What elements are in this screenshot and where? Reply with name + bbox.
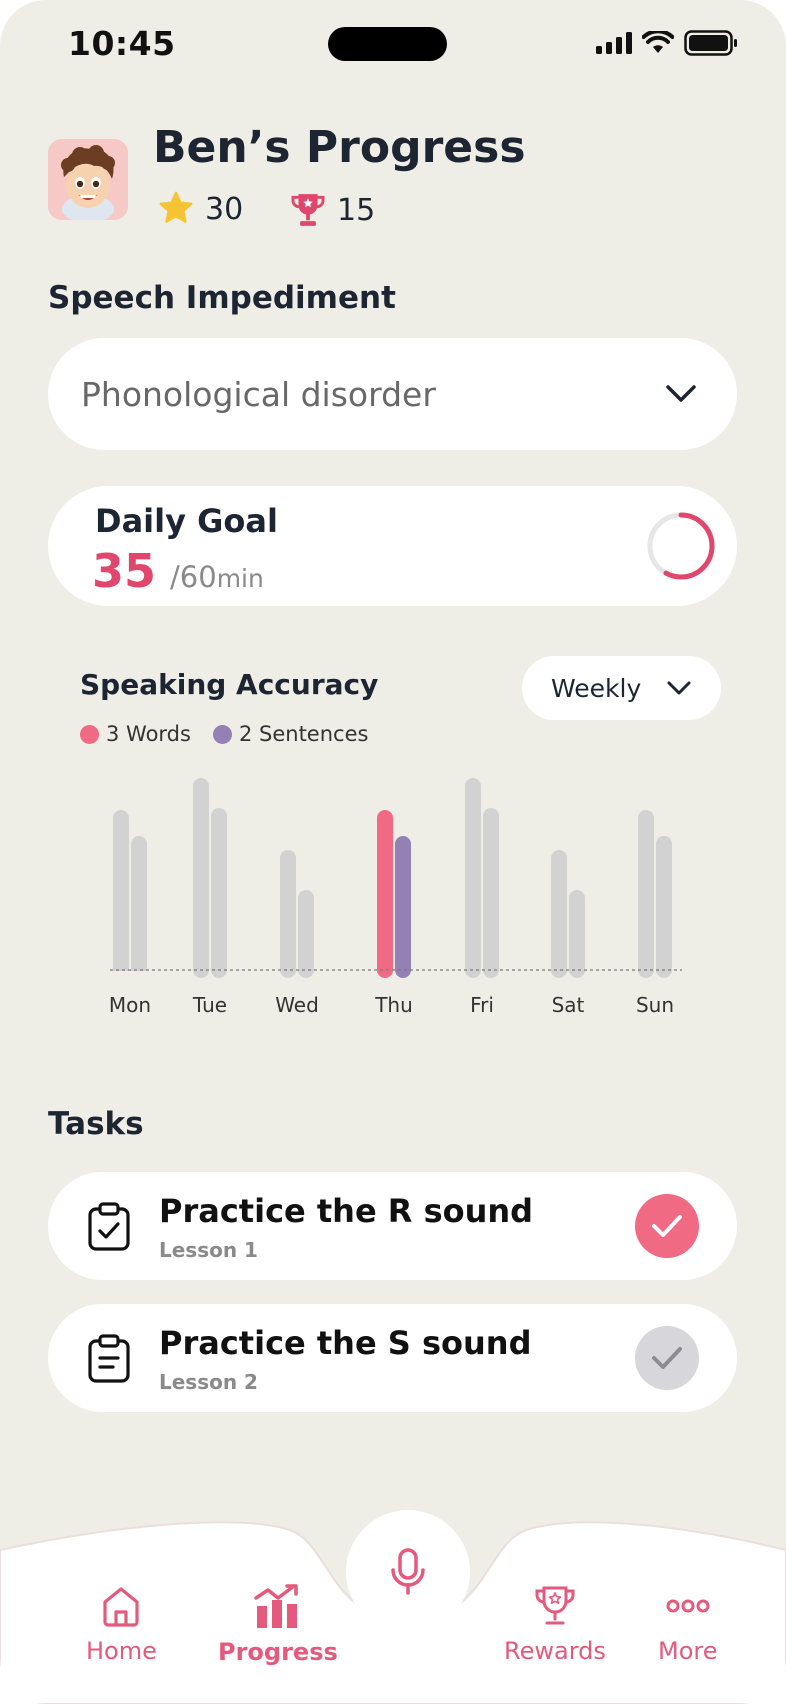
more-dots-icon xyxy=(666,1599,710,1613)
dynamic-island xyxy=(328,27,447,61)
period-value: Weekly xyxy=(551,673,642,703)
microphone-icon xyxy=(391,1548,425,1595)
nav-more-label: More xyxy=(658,1637,718,1665)
tasks-label: Tasks xyxy=(48,1106,144,1142)
nav-more[interactable]: More xyxy=(658,1585,718,1665)
avatar[interactable] xyxy=(48,139,128,220)
x-tick-label: Tue xyxy=(192,993,227,1017)
impediment-label: Speech Impediment xyxy=(48,280,396,316)
x-tick-label: Wed xyxy=(275,993,319,1017)
chart-legend: 3 Words 2 Sentences xyxy=(80,722,368,746)
task-complete-toggle[interactable] xyxy=(635,1194,699,1258)
nav-rewards-label: Rewards xyxy=(504,1637,606,1665)
nav-progress[interactable]: Progress xyxy=(218,1584,338,1666)
task-item[interactable]: Practice the S sound Lesson 2 xyxy=(48,1304,737,1412)
legend-dot-words xyxy=(80,724,99,744)
task-item[interactable]: Practice the R sound Lesson 1 xyxy=(48,1172,737,1280)
impediment-value: Phonological disorder xyxy=(81,374,436,414)
stars-count: 30 xyxy=(205,191,244,227)
daily-goal-value: 35 /60 min xyxy=(92,544,264,598)
clipboard-check-icon xyxy=(88,1202,130,1251)
task-subtitle: Lesson 2 xyxy=(159,1370,258,1394)
nav-home[interactable]: Home xyxy=(86,1585,157,1665)
bar-fri-words[interactable] xyxy=(465,778,481,978)
battery-icon xyxy=(684,30,737,56)
status-time: 10:45 xyxy=(68,24,176,63)
task-title: Practice the S sound xyxy=(159,1324,532,1362)
clipboard-list-icon xyxy=(88,1334,130,1383)
x-tick-label: Sun xyxy=(636,993,674,1017)
status-icons xyxy=(596,30,738,56)
period-select[interactable]: Weekly xyxy=(522,656,721,720)
home-icon xyxy=(103,1587,140,1627)
page-title: Ben’s Progress xyxy=(153,122,526,173)
chevron-down-icon xyxy=(667,681,691,695)
accuracy-title: Speaking Accuracy xyxy=(80,668,379,701)
task-subtitle: Lesson 1 xyxy=(159,1238,258,1262)
chevron-down-icon xyxy=(666,385,696,402)
boy-avatar-icon xyxy=(48,139,128,220)
progress-chart-icon xyxy=(254,1584,298,1628)
nav-progress-label: Progress xyxy=(218,1638,338,1666)
x-tick-label: Thu xyxy=(374,993,413,1017)
bar-wed-sentences[interactable] xyxy=(298,890,314,978)
check-icon xyxy=(652,1347,682,1369)
bar-fri-sentences[interactable] xyxy=(483,808,499,978)
mic-button[interactable] xyxy=(346,1510,470,1634)
bar-mon-sentences[interactable] xyxy=(131,836,147,978)
x-tick-label: Mon xyxy=(109,993,151,1017)
stars-stat: 30 xyxy=(157,191,243,227)
trophy-icon xyxy=(291,194,325,226)
daily-goal-card[interactable]: Daily Goal 35 /60 min xyxy=(48,486,737,606)
star-icon xyxy=(159,191,193,223)
bar-wed-words[interactable] xyxy=(280,850,296,978)
bar-sat-words[interactable] xyxy=(551,850,567,978)
daily-goal-title: Daily Goal xyxy=(95,502,278,540)
bar-sun-words[interactable] xyxy=(638,810,654,978)
accuracy-bar-chart: Mon Tue Wed Thu Fri Sat Sun xyxy=(90,778,690,1017)
bar-thu-sentences[interactable] xyxy=(395,836,411,978)
legend-label-words: 3 Words xyxy=(106,722,191,746)
bar-sun-sentences[interactable] xyxy=(656,836,672,978)
x-tick-label: Fri xyxy=(470,993,494,1017)
app-screen: 10:45 Ben’s Progress 30 15 Speech Impedi… xyxy=(0,0,786,1704)
signal-icon xyxy=(596,32,632,54)
legend-dot-sentences xyxy=(212,724,232,744)
trophies-stat: 15 xyxy=(289,191,375,229)
bar-thu-words[interactable] xyxy=(377,810,393,978)
bar-mon-words[interactable] xyxy=(113,810,129,978)
check-icon xyxy=(652,1215,682,1237)
nav-rewards[interactable]: Rewards xyxy=(504,1585,606,1665)
x-tick-label: Sat xyxy=(552,993,585,1017)
bar-tue-words[interactable] xyxy=(193,778,209,978)
legend-item-words: 3 Words xyxy=(80,722,191,746)
impediment-select[interactable]: Phonological disorder xyxy=(48,338,737,450)
daily-goal-unit: min xyxy=(216,564,264,593)
trophies-count: 15 xyxy=(337,192,376,228)
daily-goal-minutes: 35 xyxy=(92,544,157,598)
trophy-icon xyxy=(535,1586,575,1625)
daily-goal-progress-ring xyxy=(647,512,715,580)
task-title: Practice the R sound xyxy=(159,1192,534,1230)
legend-label-sentences: 2 Sentences xyxy=(238,722,369,746)
bar-tue-sentences[interactable] xyxy=(211,808,227,978)
nav-home-label: Home xyxy=(86,1637,157,1665)
daily-goal-total: /60 xyxy=(170,560,217,594)
bar-sat-sentences[interactable] xyxy=(569,890,585,978)
task-complete-toggle[interactable] xyxy=(635,1326,699,1390)
wifi-icon xyxy=(642,31,674,53)
legend-item-sentences: 2 Sentences xyxy=(212,722,369,746)
